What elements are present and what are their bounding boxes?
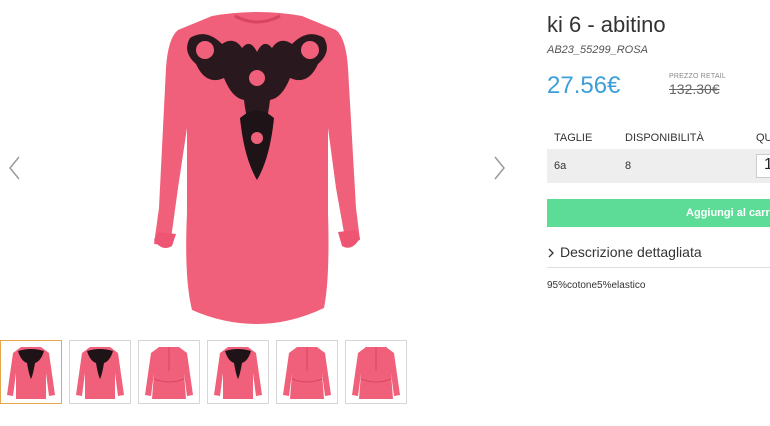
gallery-next-button[interactable] bbox=[490, 150, 510, 186]
thumbnail-1[interactable] bbox=[0, 340, 62, 404]
chevron-left-icon bbox=[9, 156, 20, 180]
retail-price-label: PREZZO RETAIL bbox=[669, 73, 726, 80]
quantity-stepper[interactable]: 1 bbox=[756, 154, 770, 178]
gallery-prev-button[interactable] bbox=[4, 150, 24, 186]
thumbnail-2[interactable] bbox=[69, 340, 131, 404]
add-to-cart-button[interactable]: Aggiungi al carre bbox=[547, 199, 770, 227]
row-availability: 8 bbox=[625, 160, 632, 172]
quantity-value: 1 bbox=[764, 156, 770, 173]
thumbnail-3[interactable] bbox=[138, 340, 200, 404]
retail-price: 132.30€ bbox=[669, 81, 720, 97]
chevron-right-icon bbox=[494, 156, 505, 180]
product-sku: AB23_55299_ROSA bbox=[547, 44, 648, 56]
product-title: ki 6 - abitino bbox=[547, 12, 666, 37]
row-size: 6a bbox=[554, 160, 567, 172]
thumbnail-5[interactable] bbox=[276, 340, 338, 404]
main-product-image[interactable] bbox=[150, 8, 365, 330]
thumbnail-6[interactable] bbox=[345, 340, 407, 404]
header-size: TAGLIE bbox=[554, 132, 593, 144]
header-availability: DISPONIBILITÀ bbox=[625, 132, 704, 144]
chevron-right-icon bbox=[548, 248, 554, 258]
product-page: ki 6 - abitino AB23_55299_ROSA 27.56€ PR… bbox=[0, 0, 770, 426]
thumbnail-strip bbox=[0, 340, 420, 406]
sizes-table-header: TAGLIE DISPONIBILITÀ QU bbox=[547, 125, 770, 149]
header-quantity: QU bbox=[756, 132, 770, 144]
sizes-table: TAGLIE DISPONIBILITÀ QU 6a 8 1 bbox=[547, 125, 770, 185]
dress-image bbox=[154, 12, 360, 324]
product-price: 27.56€ bbox=[547, 72, 621, 99]
table-row: 6a 8 1 bbox=[547, 149, 770, 183]
thumbnail-4[interactable] bbox=[207, 340, 269, 404]
description-toggle[interactable]: Descrizione dettagliata bbox=[547, 243, 770, 268]
description-text: 95%cotone5%elastico bbox=[547, 280, 646, 291]
description-toggle-label: Descrizione dettagliata bbox=[560, 244, 702, 260]
